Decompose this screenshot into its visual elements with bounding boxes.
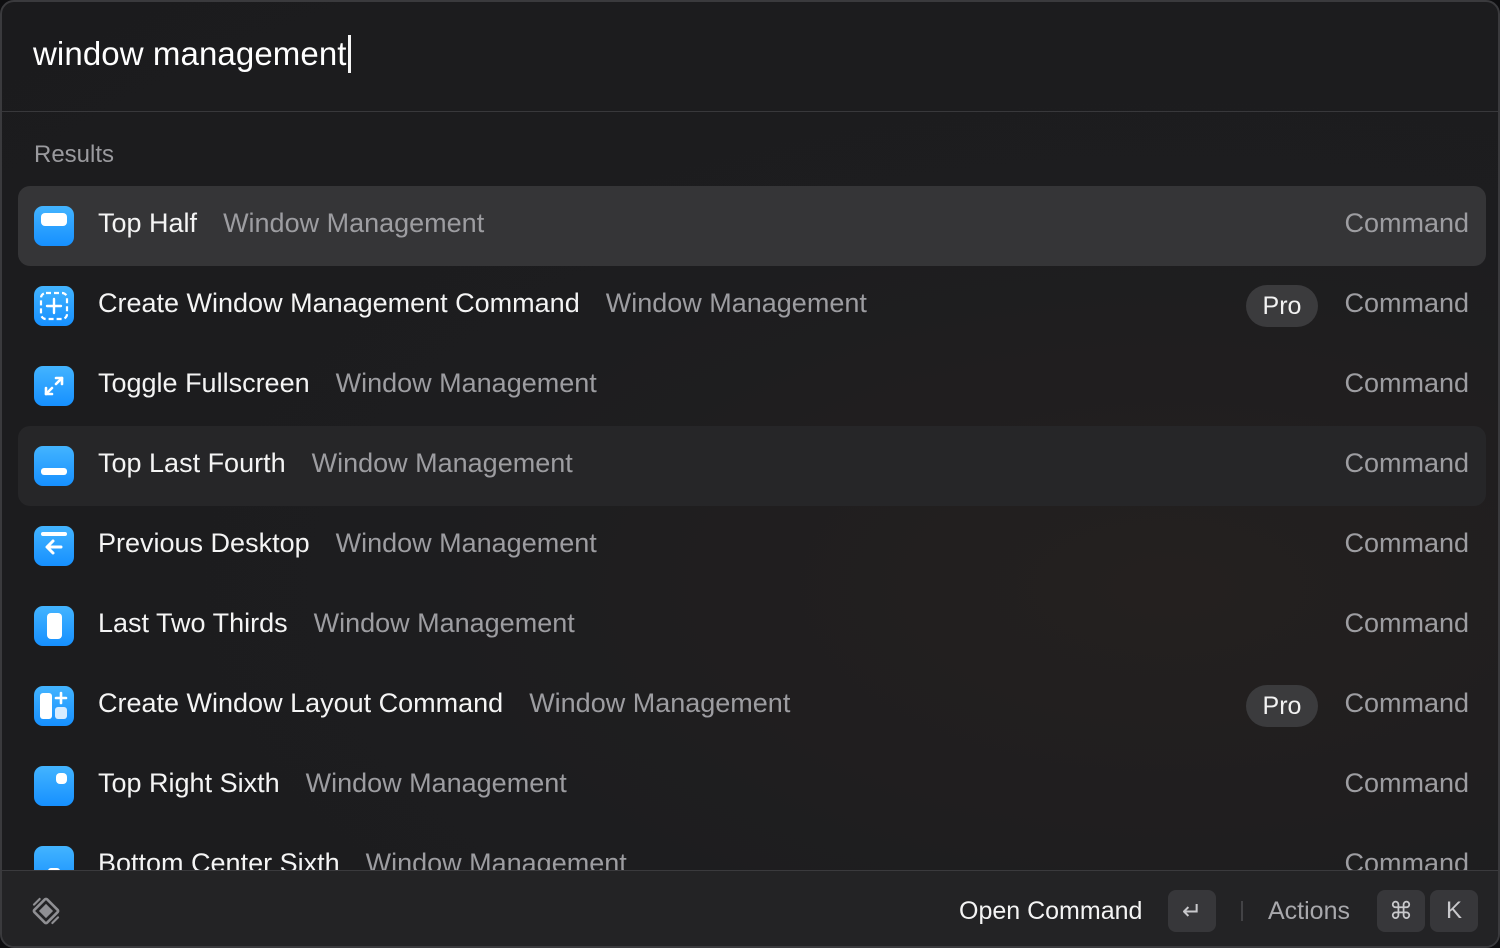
action-bar: Open Command ↵ Actions ⌘ K xyxy=(2,870,1498,946)
result-type: Command xyxy=(1344,208,1469,238)
result-type: Command xyxy=(1344,288,1469,318)
result-subtitle: Window Management xyxy=(311,448,573,478)
result-title-group: Create Window Management Command Window … xyxy=(98,288,867,319)
results-list: Top Half Window Management Command Creat… xyxy=(18,186,1486,870)
result-title: Bottom Center Sixth xyxy=(98,848,340,870)
result-row[interactable]: Previous Desktop Window Management Comma… xyxy=(18,506,1486,586)
result-row[interactable]: Top Half Window Management Command xyxy=(18,186,1486,266)
result-subtitle: Window Management xyxy=(335,368,597,398)
results-section-label: Results xyxy=(34,141,115,168)
fullscreen-icon xyxy=(34,366,74,406)
top-half-icon xyxy=(34,206,74,246)
create-command-icon xyxy=(34,286,74,326)
result-title: Toggle Fullscreen xyxy=(98,368,310,398)
enter-key-hint: ↵ xyxy=(1168,890,1216,932)
k-key-hint: K xyxy=(1430,890,1478,932)
create-layout-icon xyxy=(34,686,74,726)
result-title-group: Top Half Window Management xyxy=(98,208,484,239)
result-title-group: Bottom Center Sixth Window Management xyxy=(98,848,627,870)
result-subtitle: Window Management xyxy=(605,288,867,318)
open-command-button[interactable]: Open Command xyxy=(959,897,1142,926)
result-type: Command xyxy=(1344,368,1469,398)
search-query[interactable]: window management xyxy=(33,35,347,73)
previous-desktop-icon xyxy=(34,526,74,566)
last-two-thirds-icon xyxy=(34,606,74,646)
result-subtitle: Window Management xyxy=(305,768,567,798)
result-title-group: Previous Desktop Window Management xyxy=(98,528,597,559)
result-type: Command xyxy=(1344,448,1469,478)
result-title-group: Toggle Fullscreen Window Management xyxy=(98,368,597,399)
result-title: Top Right Sixth xyxy=(98,768,280,798)
result-row[interactable]: Top Last Fourth Window Management Comman… xyxy=(18,426,1486,506)
result-type: Command xyxy=(1344,608,1469,638)
result-row[interactable]: Create Window Layout Command Window Mana… xyxy=(18,666,1486,746)
result-row[interactable]: Bottom Center Sixth Window Management Co… xyxy=(18,826,1486,870)
result-row[interactable]: Create Window Management Command Window … xyxy=(18,266,1486,346)
result-title-group: Top Right Sixth Window Management xyxy=(98,768,567,799)
search-input[interactable]: window management xyxy=(33,35,351,73)
top-right-sixth-icon xyxy=(34,766,74,806)
top-last-fourth-icon xyxy=(34,446,74,486)
bottom-center-sixth-icon xyxy=(34,846,74,870)
pro-badge: Pro xyxy=(1246,685,1318,727)
result-type: Command xyxy=(1344,688,1469,718)
actions-button[interactable]: Actions xyxy=(1268,897,1350,926)
result-title: Create Window Layout Command xyxy=(98,688,504,718)
result-type: Command xyxy=(1344,848,1469,870)
result-subtitle: Window Management xyxy=(223,208,485,238)
result-title: Previous Desktop xyxy=(98,528,310,558)
result-title-group: Last Two Thirds Window Management xyxy=(98,608,575,639)
footer-divider xyxy=(1241,901,1243,921)
command-key-hint: ⌘ xyxy=(1377,890,1425,932)
result-title: Last Two Thirds xyxy=(98,608,288,638)
result-title: Top Half xyxy=(98,208,198,238)
result-title: Top Last Fourth xyxy=(98,448,286,478)
result-type: Command xyxy=(1344,768,1469,798)
text-caret xyxy=(347,35,351,73)
result-row[interactable]: Last Two Thirds Window Management Comman… xyxy=(18,586,1486,666)
result-row[interactable]: Top Right Sixth Window Management Comman… xyxy=(18,746,1486,826)
pro-badge: Pro xyxy=(1246,285,1318,327)
result-subtitle: Window Management xyxy=(313,608,575,638)
result-row[interactable]: Toggle Fullscreen Window Management Comm… xyxy=(18,346,1486,426)
search-bar[interactable]: window management xyxy=(2,2,1498,112)
result-subtitle: Window Management xyxy=(529,688,791,718)
result-title-group: Top Last Fourth Window Management xyxy=(98,448,573,479)
result-subtitle: Window Management xyxy=(365,848,627,870)
raycast-logo-icon xyxy=(28,893,64,929)
launcher-window: window management Results Top Half Windo… xyxy=(0,0,1500,948)
result-title-group: Create Window Layout Command Window Mana… xyxy=(98,688,790,719)
result-title: Create Window Management Command xyxy=(98,288,580,318)
result-subtitle: Window Management xyxy=(335,528,597,558)
result-type: Command xyxy=(1344,528,1469,558)
